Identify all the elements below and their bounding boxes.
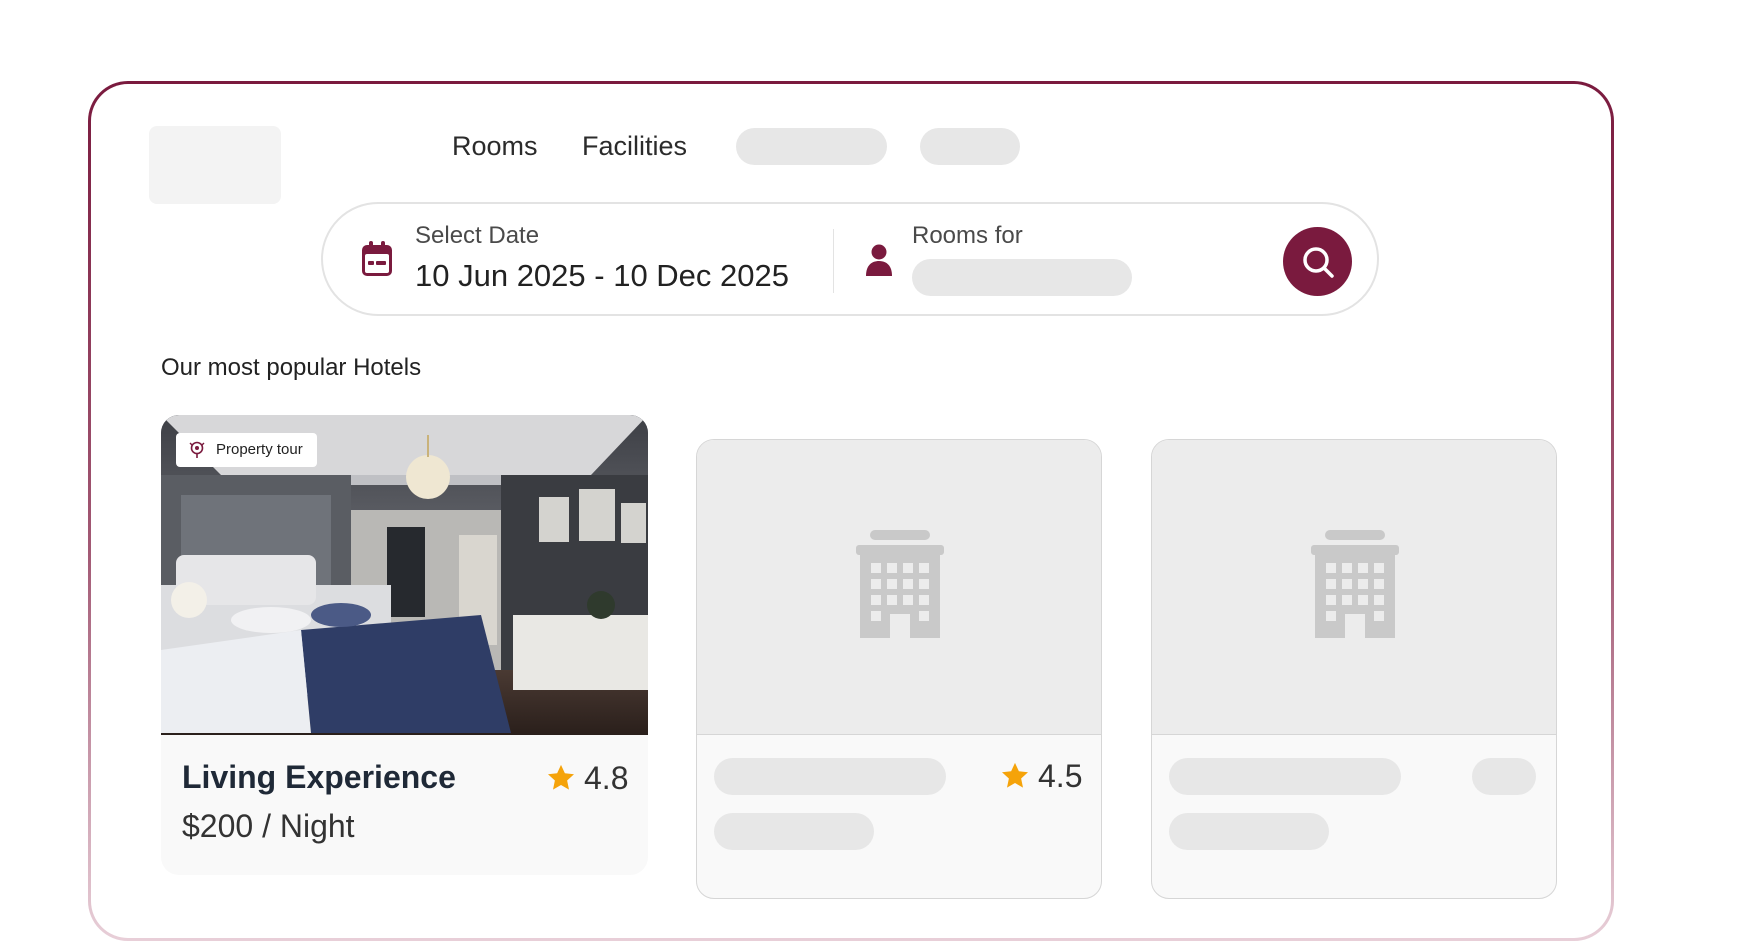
nav-link-placeholder[interactable] [920, 128, 1020, 165]
person-icon [866, 244, 892, 276]
hotel-price: $200 / Night [182, 808, 355, 844]
property-tour-badge[interactable]: Property tour [176, 433, 317, 467]
hotel-card-placeholder[interactable] [1151, 439, 1557, 899]
title-placeholder [1169, 758, 1401, 795]
building-icon [856, 530, 944, 638]
hotel-photo-placeholder [1152, 440, 1556, 735]
hotel-card-placeholder[interactable]: 4.5 [696, 439, 1102, 899]
logo-placeholder[interactable] [149, 126, 281, 204]
app-window: Rooms Facilities Select Date 10 Jun 2025… [91, 84, 1611, 938]
calendar-icon[interactable] [361, 241, 393, 277]
price-placeholder [714, 813, 874, 850]
nav-link-facilities[interactable]: Facilities [582, 131, 687, 162]
property-tour-icon [189, 441, 205, 458]
star-icon [1002, 762, 1028, 788]
star-icon [548, 764, 574, 790]
building-icon [1311, 530, 1399, 638]
hotel-card[interactable]: Property tour Living Experience $200 / N… [161, 415, 648, 875]
rating-placeholder [1472, 758, 1536, 795]
date-label: Select Date [415, 222, 540, 249]
hotel-photo: Property tour [161, 415, 648, 735]
hotel-photo-placeholder [697, 440, 1101, 735]
app-frame: Rooms Facilities Select Date 10 Jun 2025… [88, 81, 1614, 941]
title-placeholder [714, 758, 946, 795]
rooms-field-placeholder[interactable] [912, 259, 1132, 296]
search-divider [833, 229, 834, 293]
search-icon [1303, 247, 1334, 278]
search-bar: Select Date 10 Jun 2025 - 10 Dec 2025 Ro… [321, 202, 1379, 316]
section-title: Our most popular Hotels [161, 354, 422, 381]
rooms-label: Rooms for [912, 222, 1023, 249]
nav-link-rooms[interactable]: Rooms [452, 131, 538, 162]
hotel-title: Living Experience [182, 759, 456, 795]
property-tour-label: Property tour [216, 441, 303, 458]
rating-value: 4.8 [584, 760, 629, 796]
search-button[interactable] [1283, 227, 1352, 296]
price-placeholder [1169, 813, 1329, 850]
date-range-field[interactable]: 10 Jun 2025 - 10 Dec 2025 [415, 258, 789, 294]
nav-link-placeholder[interactable] [736, 128, 887, 165]
rating-value: 4.5 [1038, 758, 1083, 794]
